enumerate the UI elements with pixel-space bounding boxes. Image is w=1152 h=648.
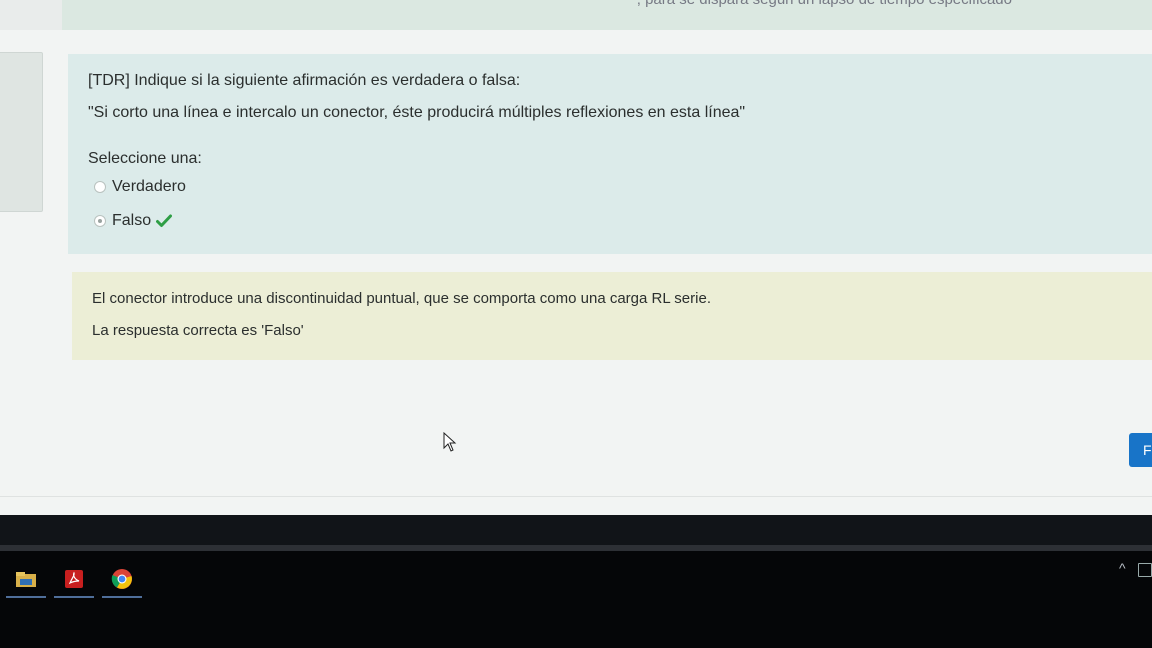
top-left-shade bbox=[0, 0, 62, 30]
taskbar-active-indicator bbox=[6, 596, 46, 598]
radio-falso[interactable] bbox=[94, 215, 106, 227]
check-icon bbox=[156, 214, 173, 227]
taskbar-active-indicator bbox=[54, 596, 94, 598]
page-divider bbox=[0, 496, 1152, 497]
answer-option-falso[interactable]: Falso bbox=[94, 212, 173, 230]
answer-label-verdadero: Verdadero bbox=[112, 178, 186, 195]
previous-question-text: ; para se dispara según un lapso de tiem… bbox=[637, 0, 1012, 8]
right-answer: La respuesta correcta es 'Falso' bbox=[92, 322, 304, 339]
mouse-cursor-icon bbox=[443, 432, 457, 452]
feedback-panel: El conector introduce una discontinuidad… bbox=[72, 272, 1152, 360]
taskbar bbox=[0, 551, 1152, 648]
previous-question-strip: ; para se dispara según un lapso de tiem… bbox=[62, 0, 1152, 30]
next-page-button[interactable]: F bbox=[1129, 433, 1152, 467]
question-panel: [TDR] Indique si la siguiente afirmación… bbox=[68, 54, 1152, 254]
answer-label-falso: Falso bbox=[112, 212, 152, 229]
taskbar-file-explorer[interactable] bbox=[6, 562, 46, 598]
taskbar-active-indicator bbox=[102, 596, 142, 598]
chrome-icon bbox=[111, 569, 132, 589]
monitor-bezel bbox=[0, 515, 1152, 545]
file-explorer-icon bbox=[16, 572, 36, 587]
taskbar-acrobat[interactable] bbox=[54, 562, 94, 598]
tray-chevron-up-icon[interactable]: ^ bbox=[1119, 560, 1126, 576]
answer-prompt: Seleccione una: bbox=[88, 150, 202, 167]
question-prefix: [TDR] Indique si la siguiente afirmación… bbox=[88, 72, 521, 89]
general-feedback: El conector introduce una discontinuidad… bbox=[92, 290, 711, 307]
question-statement: "Si corto una línea e intercalo un conec… bbox=[88, 104, 746, 121]
taskbar-chrome[interactable] bbox=[102, 562, 142, 598]
answer-option-verdadero[interactable]: Verdadero bbox=[94, 178, 186, 196]
radio-verdadero[interactable] bbox=[94, 181, 106, 193]
network-icon[interactable] bbox=[1138, 563, 1152, 577]
question-info-box bbox=[0, 52, 43, 212]
acrobat-icon bbox=[65, 570, 83, 588]
